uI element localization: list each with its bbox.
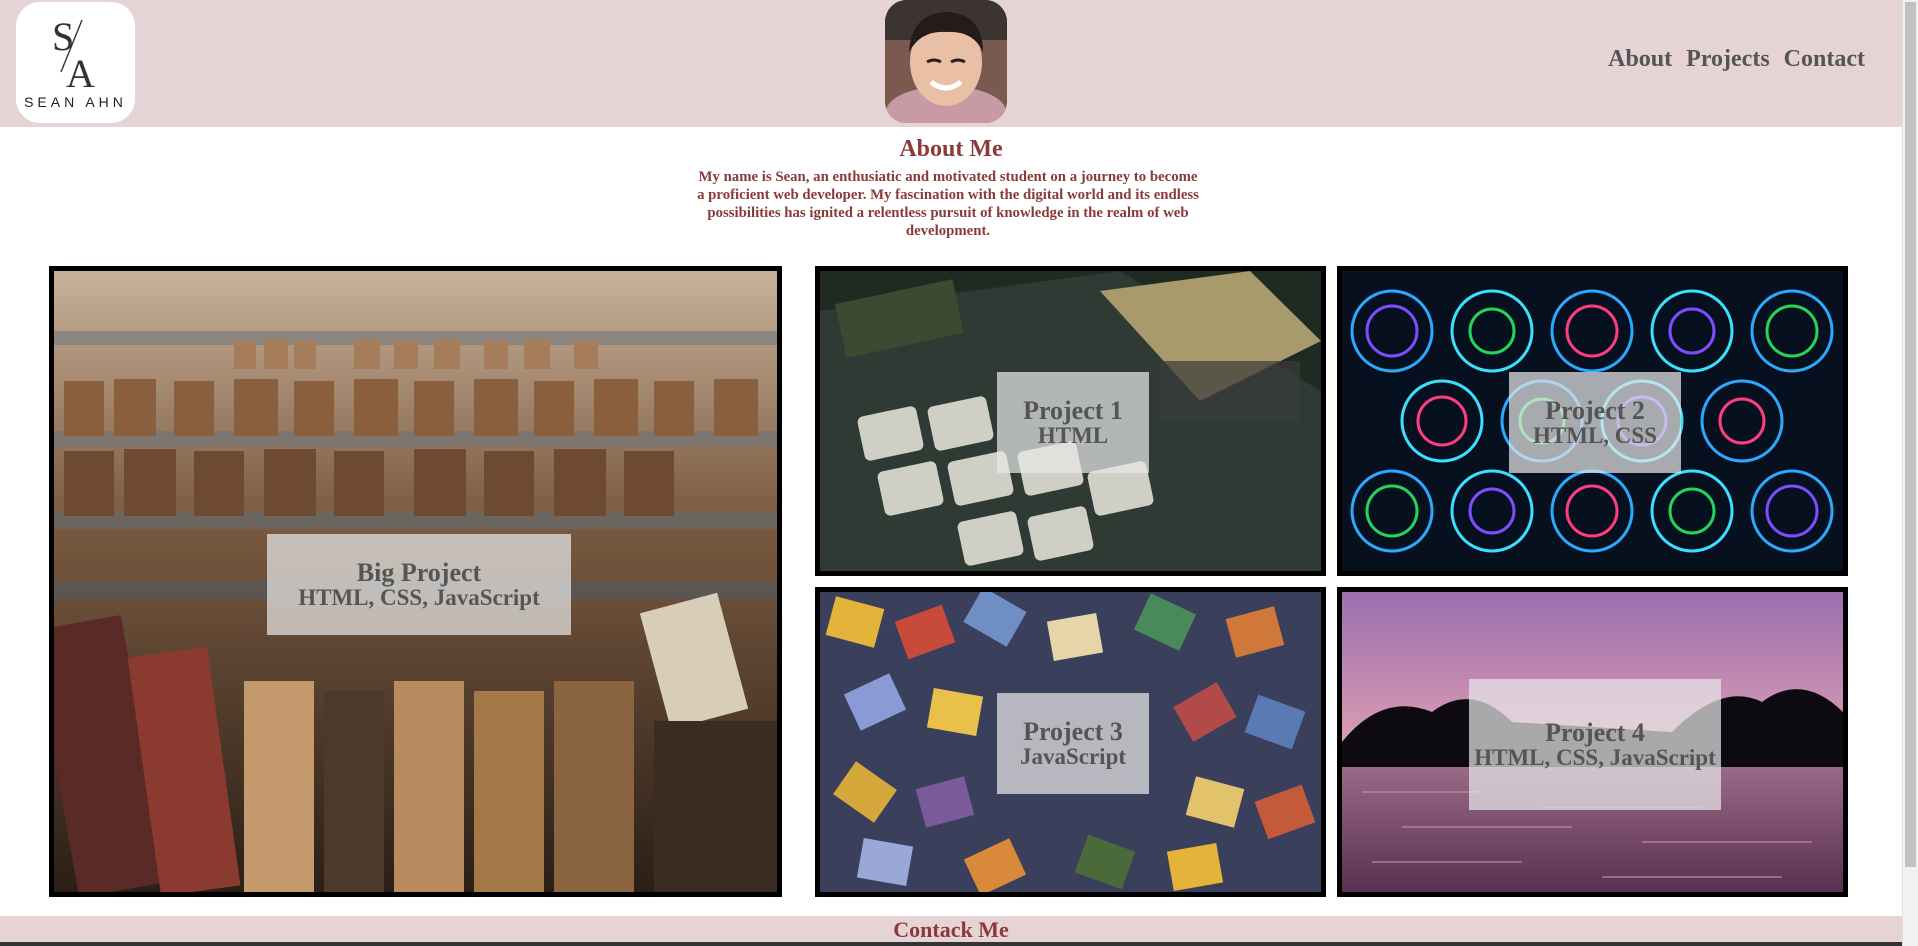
- about-text: My name is Sean, an enthusiatic and moti…: [697, 169, 1199, 239]
- scrollbar-thumb[interactable]: [1905, 2, 1916, 867]
- project-4-label: Project 4 HTML, CSS, JavaScript: [1469, 679, 1721, 810]
- logo[interactable]: S A SEAN AHN: [16, 2, 135, 123]
- project-3-label: Project 3 JavaScript: [997, 693, 1149, 794]
- site-header: S A SEAN AHN About Projects Contact: [0, 0, 1902, 127]
- project-4-title: Project 4: [1545, 717, 1645, 747]
- project-1-tech: HTML: [1037, 423, 1109, 449]
- project-1-card[interactable]: Project 1 HTML: [815, 266, 1326, 576]
- project-3-tech: JavaScript: [1019, 744, 1127, 770]
- project-4-card[interactable]: Project 4 HTML, CSS, JavaScript: [1337, 587, 1848, 897]
- big-project-tech: HTML, CSS, JavaScript: [298, 585, 540, 611]
- big-project-title: Big Project: [356, 557, 482, 587]
- page-bottom-edge: [0, 942, 1918, 946]
- logo-caption: SEAN AHN: [24, 94, 127, 110]
- project-3-card[interactable]: Project 3 JavaScript: [815, 587, 1326, 897]
- main-nav: About Projects Contact: [1608, 46, 1865, 73]
- about-title: About Me: [899, 136, 1003, 162]
- project-1-label: Project 1 HTML: [997, 372, 1149, 473]
- nav-about-link[interactable]: About: [1608, 46, 1672, 73]
- contact-title: Contack Me: [893, 917, 1009, 942]
- nav-contact-link[interactable]: Contact: [1784, 46, 1865, 73]
- big-project-label: Big Project HTML, CSS, JavaScript: [267, 534, 571, 635]
- project-3-title: Project 3: [1023, 716, 1123, 746]
- project-2-title: Project 2: [1545, 395, 1645, 425]
- big-project-card[interactable]: Big Project HTML, CSS, JavaScript: [49, 266, 782, 897]
- vertical-scrollbar[interactable]: [1902, 0, 1918, 946]
- project-1-title: Project 1: [1023, 395, 1123, 425]
- profile-photo: [885, 0, 1007, 123]
- project-4-tech: HTML, CSS, JavaScript: [1474, 745, 1716, 771]
- project-2-card[interactable]: Project 2 HTML, CSS: [1337, 266, 1848, 576]
- project-2-label: Project 2 HTML, CSS: [1509, 372, 1681, 473]
- nav-projects-link[interactable]: Projects: [1686, 46, 1770, 73]
- project-2-tech: HTML, CSS: [1533, 423, 1657, 449]
- svg-text:A: A: [66, 51, 95, 96]
